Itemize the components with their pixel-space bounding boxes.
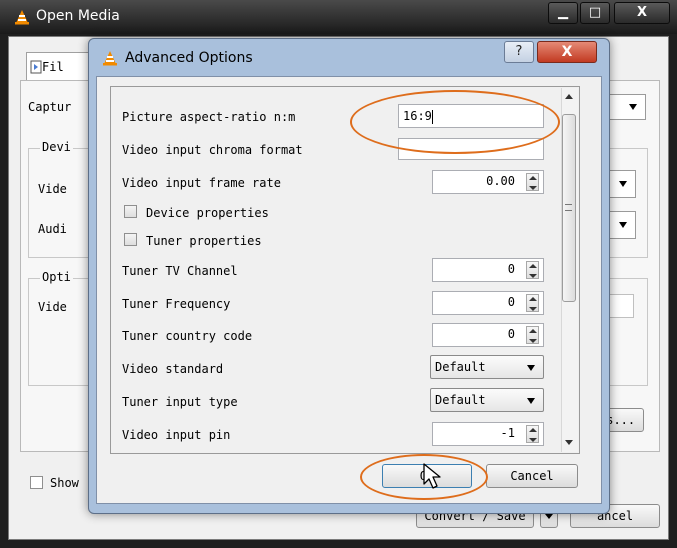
arrow-down-icon (529, 438, 537, 442)
frame-rate-stepper[interactable] (526, 173, 539, 191)
chevron-down-icon (527, 365, 535, 371)
minimize-icon: ▁ (558, 5, 568, 20)
grip-icon (565, 204, 572, 211)
show-more-options-checkbox[interactable] (30, 476, 43, 489)
frame-rate-label: Video input frame rate (122, 176, 281, 190)
tv-channel-label: Tuner TV Channel (122, 264, 238, 278)
device-group-label: Devi (40, 140, 73, 154)
maximize-icon: □ (588, 5, 602, 20)
input-pin-label: Video input pin (122, 428, 231, 442)
device-properties-label: Device properties (146, 206, 269, 220)
input-pin-value: -1 (500, 426, 515, 440)
annotation-ellipse (350, 90, 560, 154)
device-properties-checkbox[interactable] (124, 205, 137, 218)
mouse-pointer-icon (423, 463, 441, 489)
show-more-options-label: Show (50, 476, 79, 490)
aspect-ratio-label: Picture aspect-ratio n:m (122, 110, 296, 124)
scroll-down-icon[interactable] (565, 440, 573, 445)
dialog-close-button[interactable]: X (537, 41, 597, 63)
arrow-down-icon (529, 307, 537, 311)
input-pin-stepper[interactable] (526, 425, 539, 443)
chevron-down-icon (545, 514, 553, 519)
arrow-up-icon (529, 264, 537, 268)
frequency-stepper[interactable] (526, 294, 539, 312)
chevron-down-icon (619, 181, 627, 187)
vlc-cone-icon (103, 51, 117, 66)
arrow-down-icon (529, 186, 537, 190)
capture-mode-label: Captur (28, 100, 72, 114)
help-button[interactable]: ? (504, 41, 534, 63)
video-standard-label: Video standard (122, 362, 224, 376)
video-device-label: Vide (38, 182, 67, 196)
arrow-up-icon (529, 176, 537, 180)
audio-device-label: Audi (38, 222, 67, 236)
maximize-button[interactable]: □ (580, 2, 610, 24)
minimize-button[interactable]: ▁ (548, 2, 578, 24)
video-standard-select[interactable]: Default (430, 355, 544, 379)
tuner-properties-label: Tuner properties (146, 234, 262, 248)
frame-rate-value: 0.00 (486, 174, 515, 188)
arrow-up-icon (529, 428, 537, 432)
video-standard-value: Default (435, 360, 486, 374)
tuner-properties-checkbox[interactable] (124, 233, 137, 246)
frequency-label: Tuner Frequency (122, 297, 231, 311)
tv-channel-stepper[interactable] (526, 261, 539, 279)
input-type-select[interactable]: Default (430, 388, 544, 412)
scroll-up-icon[interactable] (565, 94, 573, 99)
chevron-down-icon (527, 398, 535, 404)
cancel-button[interactable]: Cancel (486, 464, 578, 488)
frequency-value: 0 (507, 295, 515, 309)
arrow-up-icon (529, 297, 537, 301)
video-size-label: Vide (38, 300, 67, 314)
video-size-field[interactable] (606, 294, 634, 318)
country-code-value: 0 (507, 327, 515, 341)
input-type-value: Default (435, 393, 486, 407)
tab-file-label: Fil (42, 60, 64, 74)
dialog-title: Advanced Options (125, 50, 253, 66)
arrow-up-icon (529, 329, 537, 333)
chroma-format-label: Video input chroma format (122, 143, 303, 157)
options-group-label: Opti (40, 270, 73, 284)
outer-window-title: Open Media (36, 8, 120, 24)
file-icon (30, 60, 42, 74)
arrow-down-icon (529, 339, 537, 343)
arrow-down-icon (529, 274, 537, 278)
chevron-down-icon (629, 104, 637, 110)
tv-channel-value: 0 (507, 262, 515, 276)
vlc-cone-icon (15, 10, 29, 25)
chevron-down-icon (619, 222, 627, 228)
country-code-label: Tuner country code (122, 329, 253, 343)
outer-close-button[interactable]: X (614, 2, 670, 24)
country-code-stepper[interactable] (526, 326, 539, 344)
input-type-label: Tuner input type (122, 395, 238, 409)
